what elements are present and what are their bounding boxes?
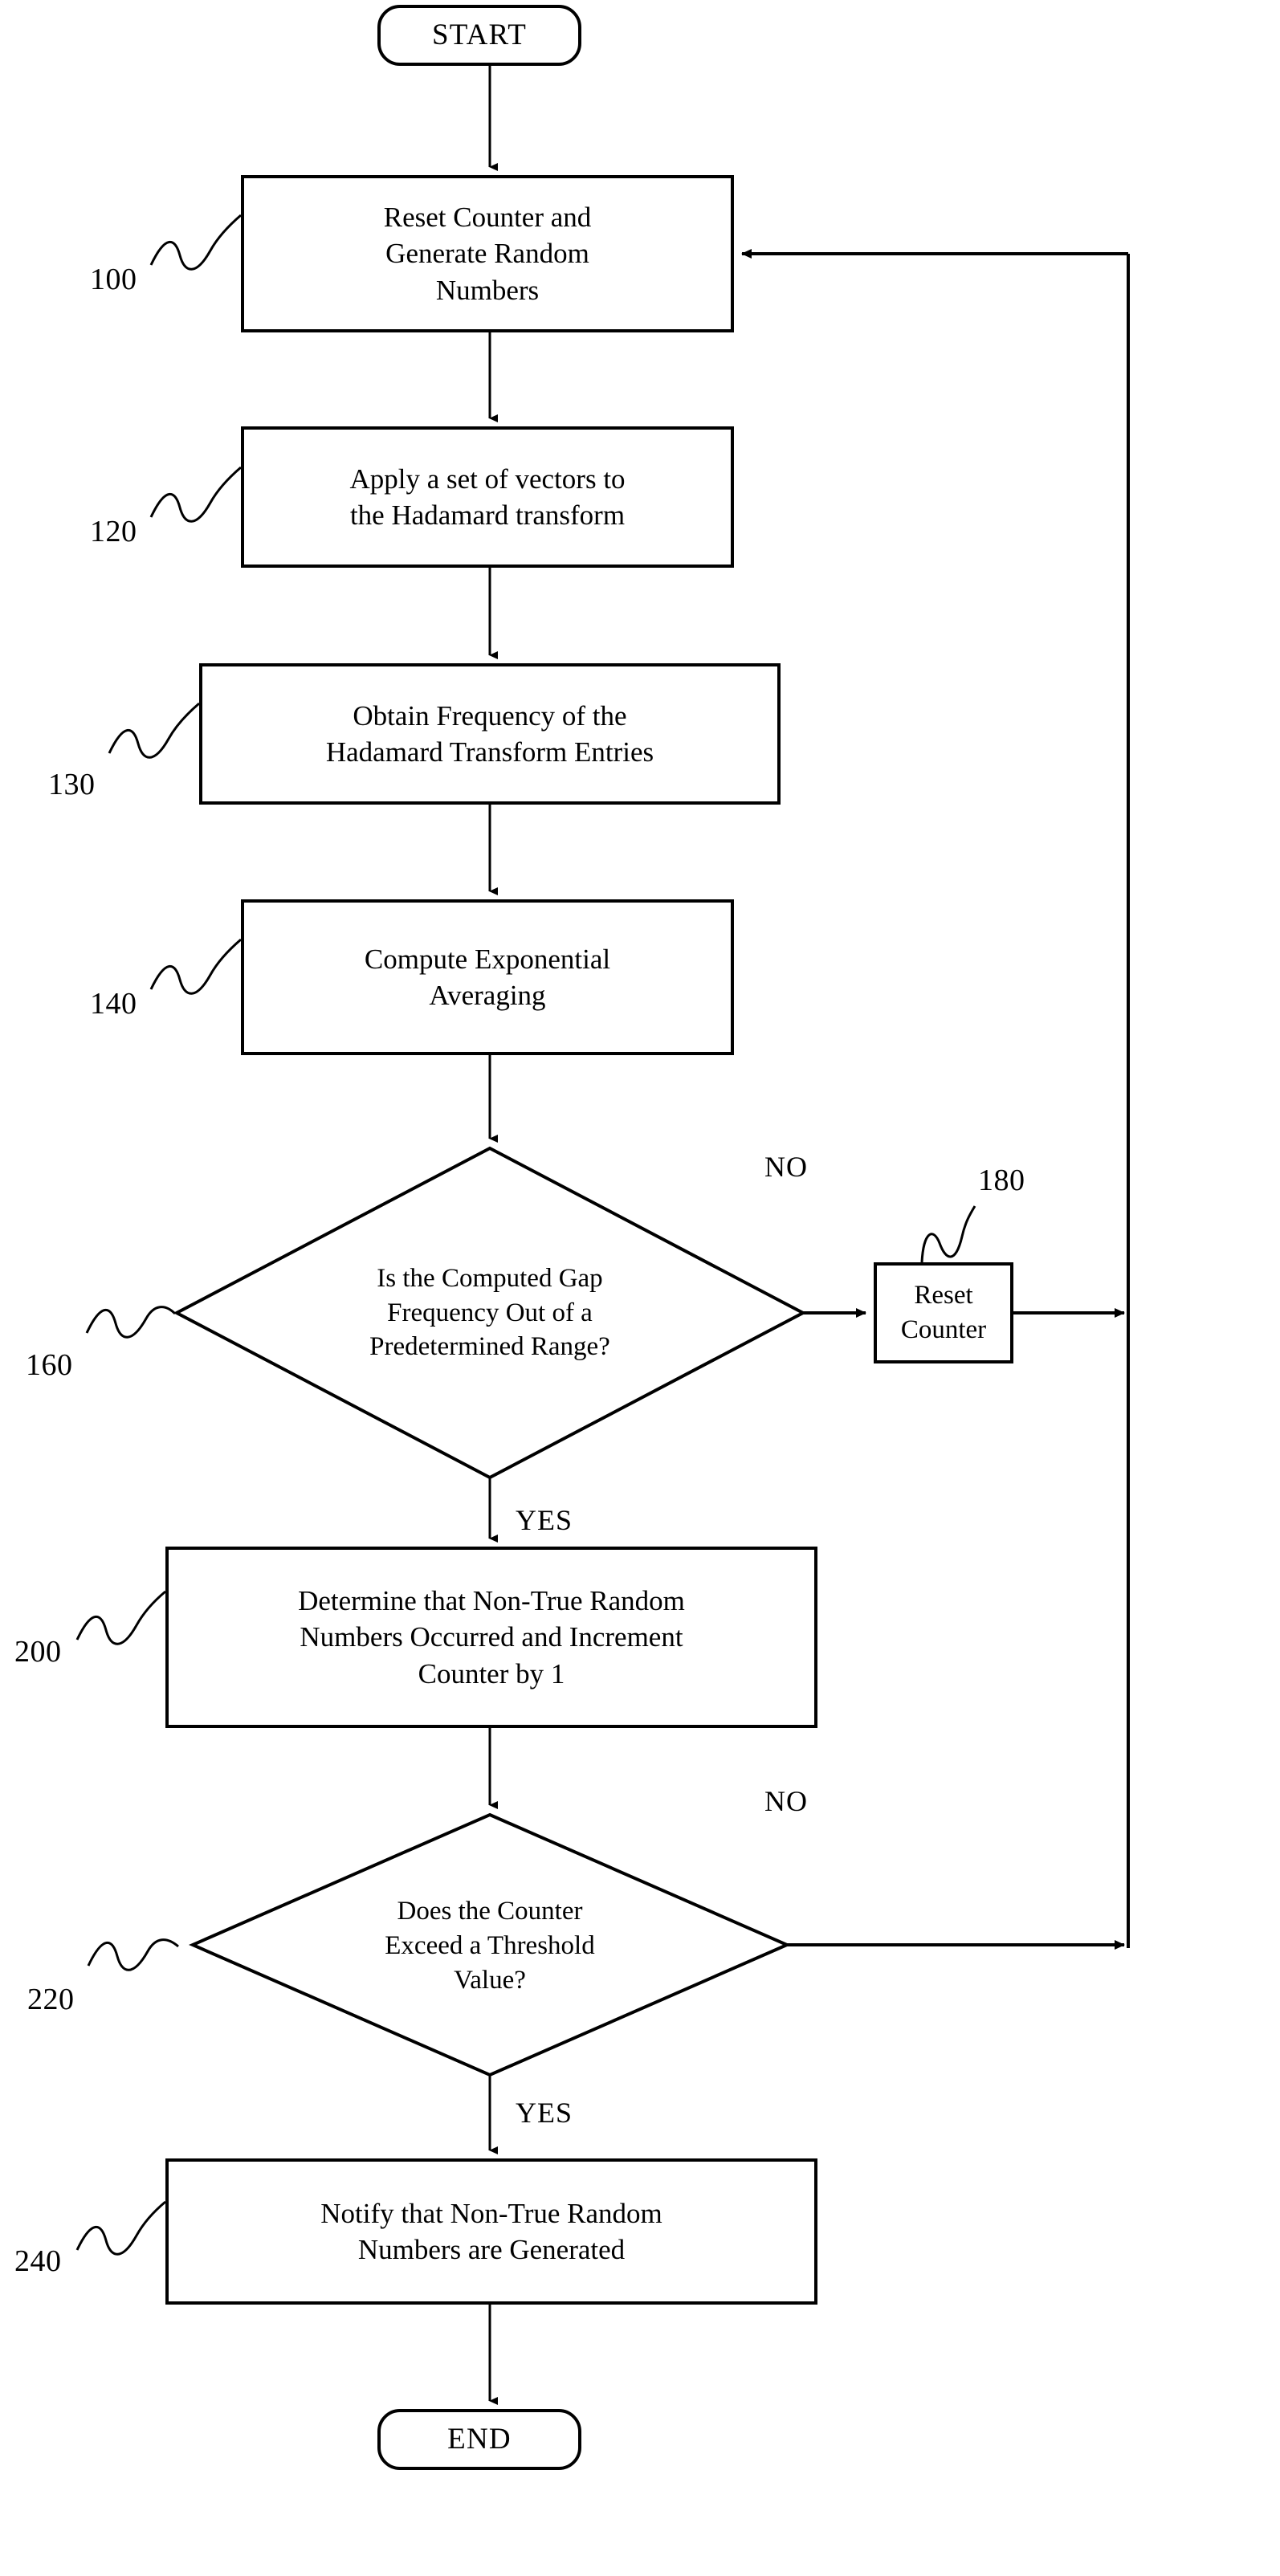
- reference-number-160: 160: [26, 1348, 73, 1382]
- branch-label-no-220: NO: [764, 1785, 808, 1817]
- process-130-shape: [199, 663, 781, 805]
- leader-squiggle-130: [108, 702, 200, 759]
- leader-squiggle-140: [149, 938, 242, 995]
- process-140-shape: [241, 899, 734, 1055]
- reference-number-240: 240: [14, 2244, 62, 2278]
- leader-squiggle-160: [85, 1306, 177, 1339]
- start-terminal-shape: [377, 5, 581, 66]
- process-100-shape: [241, 175, 734, 332]
- leader-squiggle-240: [75, 2200, 166, 2256]
- reference-number-220: 220: [27, 1983, 75, 2016]
- branch-label-yes-220: YES: [516, 2097, 573, 2129]
- decision-220-shape: [189, 1812, 791, 2077]
- reference-number-180: 180: [978, 1164, 1025, 1197]
- leader-squiggle-100: [149, 214, 242, 271]
- process-200-shape: [165, 1547, 817, 1728]
- reference-number-200: 200: [14, 1635, 62, 1669]
- end-terminal-shape: [377, 2409, 581, 2470]
- process-120-shape: [241, 426, 734, 568]
- branch-label-yes-160: YES: [516, 1504, 573, 1536]
- leader-squiggle-120: [149, 466, 242, 523]
- branch-label-no-160: NO: [764, 1151, 808, 1183]
- reference-number-120: 120: [90, 515, 137, 548]
- leader-squiggle-220: [87, 1938, 179, 1971]
- flowchart-canvas: START Reset Counter and Generate Random …: [0, 0, 1280, 2576]
- process-240-shape: [165, 2158, 817, 2305]
- process-180-shape: [874, 1262, 1013, 1363]
- reference-number-100: 100: [90, 263, 137, 296]
- reference-number-130: 130: [48, 768, 96, 801]
- decision-160-shape: [173, 1146, 807, 1480]
- reference-number-140: 140: [90, 987, 137, 1021]
- flowchart-shapes-layer: [75, 5, 1130, 2470]
- leader-squiggle-200: [75, 1590, 166, 1645]
- leader-squiggle-180: [920, 1205, 976, 1263]
